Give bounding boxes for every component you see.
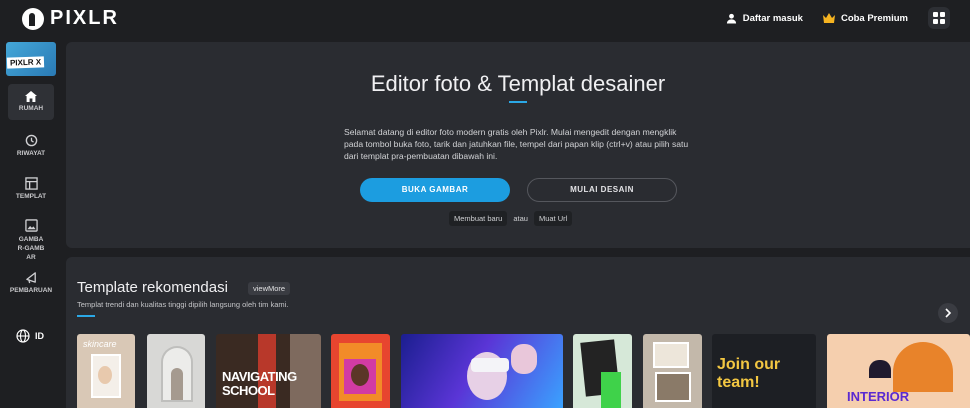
- open-image-button[interactable]: BUKA GAMBAR: [360, 178, 510, 202]
- recommendations-panel: Template rekomendasi viewMore Templat tr…: [66, 257, 970, 408]
- thumb-lamp-arc: [893, 342, 953, 392]
- thumb-face: [98, 366, 112, 384]
- top-bar: PIXLR Daftar masuk Coba Premium: [0, 0, 970, 38]
- pixlr-logo-icon: [22, 7, 44, 30]
- thumb-text-interior: INTERIOR: [847, 389, 910, 404]
- thumb-collage-green: [601, 372, 621, 408]
- or-text: atau: [513, 214, 528, 223]
- sidebar-item-templates[interactable]: TEMPLAT: [8, 177, 54, 200]
- hero-accent-line: [509, 101, 527, 103]
- sidebar-label-home: RUMAH: [18, 105, 44, 112]
- logo-text: PIXLR: [50, 7, 119, 29]
- thumb-stack-bottom: [655, 372, 691, 402]
- sidebar: PIXLR X RUMAH RIWAYAT TEMPLAT GAMBAR-GAM…: [0, 38, 62, 408]
- sidebar-label-templates: TEMPLAT: [15, 193, 47, 200]
- next-arrow-button[interactable]: [938, 303, 958, 323]
- hero-panel: Editor foto & Templat desainer Selamat d…: [66, 42, 970, 248]
- thumb-text-skincare: skincare: [83, 339, 117, 349]
- thumb-stack-top: [653, 342, 689, 368]
- template-thumb-photo-stack[interactable]: [643, 334, 702, 408]
- sidebar-label-updates: PEMBARUAN: [9, 287, 53, 294]
- thumb-text-navigating: NAVIGATING SCHOOL: [222, 369, 297, 398]
- pixlr-logo[interactable]: PIXLR: [22, 7, 119, 30]
- template-thumb-navigating-school[interactable]: NAVIGATING SCHOOL: [216, 334, 321, 408]
- home-icon: [25, 91, 37, 102]
- thumb-text-join: Join our team!: [717, 356, 781, 391]
- template-thumb-arch[interactable]: [147, 334, 205, 408]
- pixlr-x-label: PIXLR X: [6, 56, 45, 69]
- sidebar-item-images[interactable]: GAMBAR-GAMBAR: [8, 219, 54, 262]
- template-thumb-vr[interactable]: [401, 334, 563, 408]
- globe-icon: [16, 329, 30, 343]
- apps-grid-button[interactable]: [928, 7, 950, 29]
- premium-link[interactable]: Coba Premium: [822, 12, 908, 24]
- hero-title: Editor foto & Templat desainer: [370, 71, 666, 96]
- template-thumb-portrait[interactable]: [331, 334, 390, 408]
- thumb-vr-headset: [471, 358, 509, 372]
- sidebar-item-updates[interactable]: PEMBARUAN: [8, 271, 54, 294]
- language-selector[interactable]: ID: [16, 329, 44, 343]
- sidebar-label-history: RIWAYAT: [16, 150, 46, 157]
- create-new-chip[interactable]: Membuat baru: [449, 211, 508, 226]
- hero-description: Selamat datang di editor foto modern gra…: [344, 127, 689, 161]
- sidebar-label-images: GAMBAR-GAMBAR: [17, 236, 45, 261]
- crown-icon: [822, 13, 835, 23]
- template-thumb-collage[interactable]: [573, 334, 632, 408]
- login-label: Daftar masuk: [742, 12, 803, 24]
- thumb-figure: [171, 368, 183, 400]
- template-icon: [24, 177, 38, 190]
- user-icon: [726, 13, 736, 24]
- load-url-chip[interactable]: Muat Url: [533, 211, 573, 226]
- image-icon: [24, 219, 38, 232]
- template-thumb-skincare[interactable]: skincare: [77, 334, 135, 408]
- thumb-vr-hand: [511, 344, 537, 374]
- premium-label: Coba Premium: [840, 12, 908, 24]
- hero-chips: Membuat baru atau Muat Url: [449, 211, 573, 226]
- recommendations-title: Template rekomendasi: [77, 279, 228, 296]
- thumb-lamp-shade: [869, 360, 891, 378]
- sidebar-item-history[interactable]: RIWAYAT: [8, 134, 54, 157]
- megaphone-icon: [25, 272, 36, 284]
- recommendations-subtitle: Templat trendi dan kualitas tinggi dipil…: [77, 300, 289, 309]
- chevron-right-icon: [945, 308, 952, 318]
- pixlr-x-badge[interactable]: PIXLR X: [6, 42, 56, 76]
- language-label: ID: [35, 331, 44, 341]
- sidebar-item-home[interactable]: RUMAH: [8, 84, 54, 120]
- start-design-button[interactable]: MULAI DESAIN: [527, 178, 677, 202]
- thumb-portrait-face: [351, 364, 369, 386]
- login-link[interactable]: Daftar masuk: [726, 13, 803, 24]
- view-more-button[interactable]: viewMore: [248, 282, 291, 295]
- template-thumb-join-team[interactable]: Join our team!: [712, 334, 816, 408]
- recommendations-accent-line: [77, 315, 95, 317]
- history-icon: [25, 134, 37, 147]
- template-thumb-interior[interactable]: INTERIOR: [827, 334, 970, 408]
